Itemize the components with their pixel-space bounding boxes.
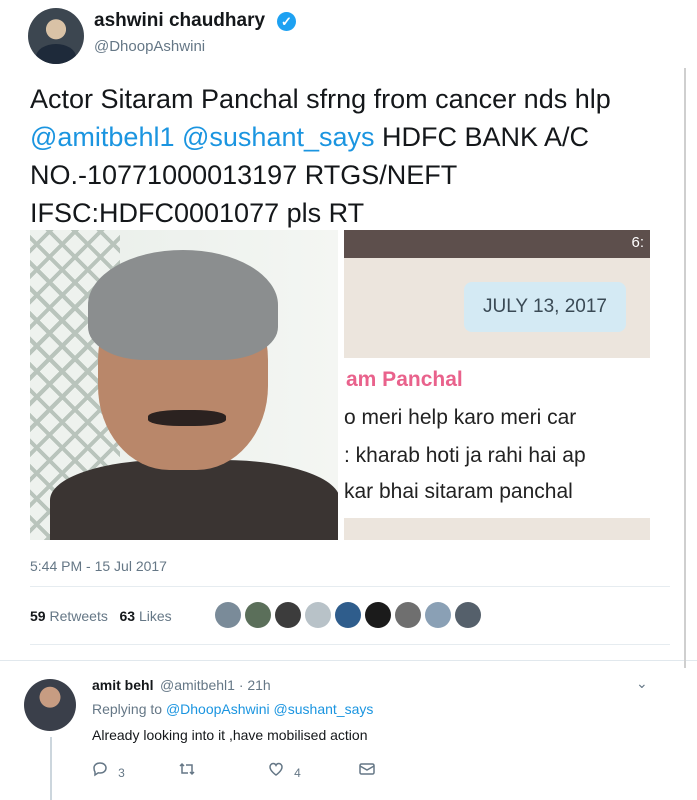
tweet-media[interactable]: 6: JULY 13, 2017 am Panchal o meri help … xyxy=(30,230,650,540)
reply-count: 3 xyxy=(118,766,125,781)
replying-to-mentions[interactable]: @DhoopAshwini @sushant_says xyxy=(166,701,373,717)
mention-link[interactable]: @sushant_says xyxy=(182,122,375,152)
reply-author-handle[interactable]: @amitbehl1 xyxy=(160,677,235,693)
chat-message-line: : kharab hoti ja rahi hai ap xyxy=(344,444,586,467)
chat-screenshot[interactable]: 6: JULY 13, 2017 am Panchal o meri help … xyxy=(344,230,650,540)
chat-date: JULY 13, 2017 xyxy=(464,282,626,332)
liker-avatar[interactable] xyxy=(335,602,361,628)
retweet-button[interactable] xyxy=(178,761,196,781)
mention-link[interactable]: @amitbehl1 xyxy=(30,122,174,152)
chevron-down-icon[interactable]: ⌄ xyxy=(636,675,648,692)
liker-avatar[interactable] xyxy=(395,602,421,628)
like-count-reply: 4 xyxy=(294,766,301,781)
tweet-text-part: Actor Sitaram Panchal sfrng from cancer … xyxy=(30,84,611,114)
chat-message-line: o meri help karo meri car xyxy=(344,406,577,429)
chat-message-line: kar bhai sitaram panchal xyxy=(344,480,573,503)
author-avatar[interactable] xyxy=(28,8,84,64)
author-handle[interactable]: @DhoopAshwini xyxy=(94,38,205,55)
reply-age[interactable]: · 21h xyxy=(239,677,271,693)
chat-sender: am Panchal xyxy=(346,368,463,391)
tweet-timestamp[interactable]: 5:44 PM - 15 Jul 2017 xyxy=(30,558,167,574)
liker-avatar[interactable] xyxy=(215,602,241,628)
liker-avatar[interactable] xyxy=(275,602,301,628)
actor-photo[interactable] xyxy=(30,230,338,540)
tweet-stats: 59 Retweets 63 Likes xyxy=(30,608,172,624)
retweet-count[interactable]: 59 xyxy=(30,608,46,624)
thread-line xyxy=(50,737,52,800)
retweet-icon xyxy=(178,762,196,781)
page-edge xyxy=(684,68,686,668)
reply-text: Already looking into it ,have mobilised … xyxy=(92,727,368,743)
replying-prefix: Replying to xyxy=(92,701,163,717)
liker-avatar[interactable] xyxy=(455,602,481,628)
message-button[interactable] xyxy=(358,761,376,781)
reply-button[interactable]: 3 xyxy=(92,761,125,781)
chat-time: 6: xyxy=(631,234,644,251)
author-name[interactable]: ashwini chaudhary xyxy=(94,10,265,32)
like-label[interactable]: Likes xyxy=(139,608,172,624)
retweet-label[interactable]: Retweets xyxy=(49,608,107,624)
reply-author-name[interactable]: amit behl xyxy=(92,677,153,693)
reply-actions: 3 4 xyxy=(92,761,422,785)
liker-avatar[interactable] xyxy=(305,602,331,628)
replying-to: Replying to @DhoopAshwini @sushant_says xyxy=(92,701,373,717)
heart-icon xyxy=(268,762,288,781)
liker-avatar[interactable] xyxy=(365,602,391,628)
liker-avatar[interactable] xyxy=(245,602,271,628)
divider xyxy=(30,586,670,587)
divider xyxy=(30,644,670,645)
reply-tweet: amit behl @amitbehl1 · 21h ⌄ Replying to… xyxy=(0,660,697,800)
like-button[interactable]: 4 xyxy=(268,761,301,781)
verified-badge-icon: ✓ xyxy=(277,12,296,31)
reply-icon xyxy=(92,762,112,781)
liker-avatar[interactable] xyxy=(425,602,451,628)
reply-avatar[interactable] xyxy=(24,679,76,731)
tweet-text: Actor Sitaram Panchal sfrng from cancer … xyxy=(30,80,660,232)
reply-meta: @amitbehl1 · 21h xyxy=(160,677,271,693)
envelope-icon xyxy=(358,763,376,781)
main-tweet: ashwini chaudhary ✓ @DhoopAshwini Actor … xyxy=(0,0,697,655)
like-count[interactable]: 63 xyxy=(120,608,136,624)
